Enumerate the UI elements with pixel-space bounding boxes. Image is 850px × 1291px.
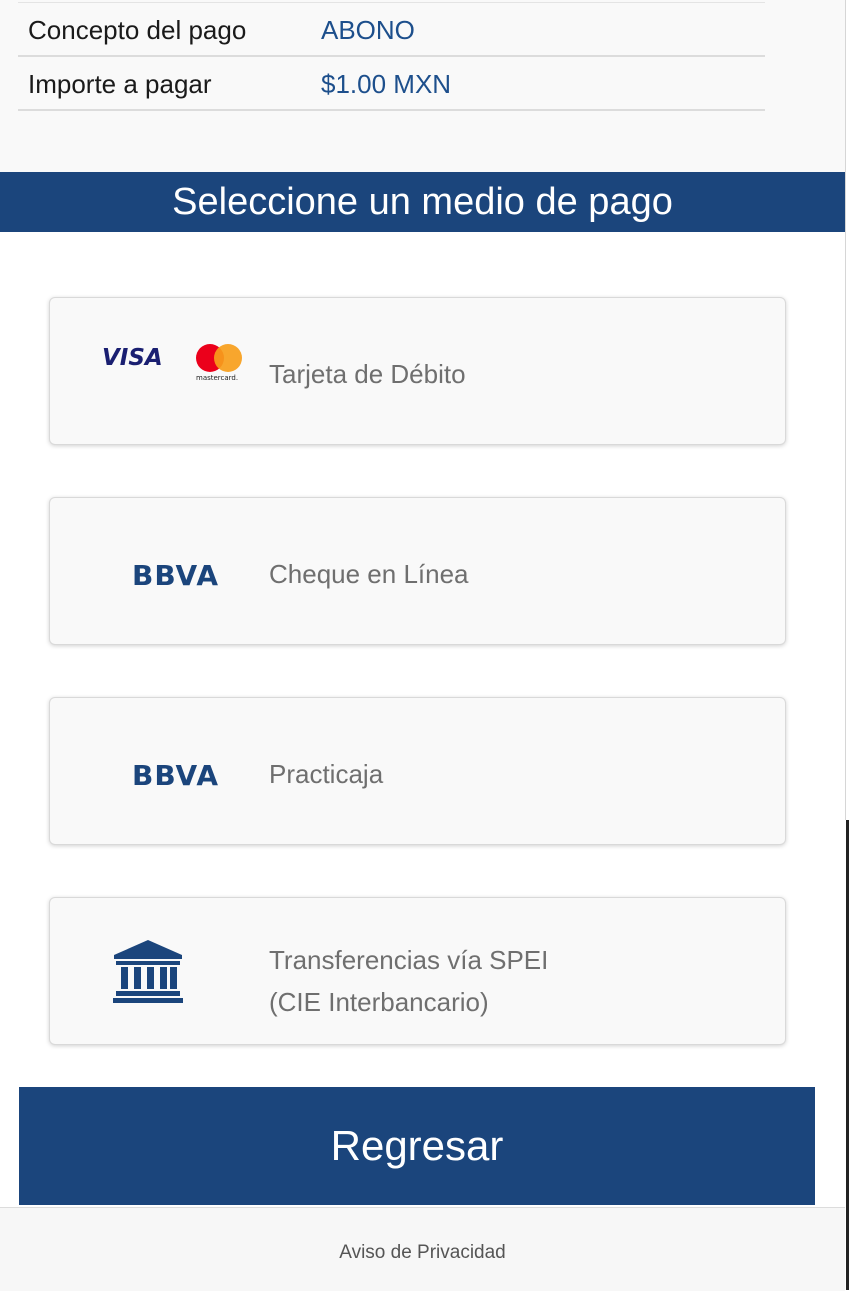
concept-value: ABONO [321, 15, 415, 45]
visa-mastercard-logo: VISA mastercard. [102, 344, 242, 382]
summary-row-concept: Concepto del pago ABONO [18, 3, 765, 57]
payment-option-label-line1: Transferencias vía SPEI [269, 945, 549, 975]
payment-summary: Concepto del pago ABONO Importe a pagar … [0, 0, 845, 172]
payment-option-practicaja[interactable]: BBVA Practicaja [49, 697, 786, 845]
payment-option-cheque-en-linea[interactable]: BBVA Cheque en Línea [49, 497, 786, 645]
mastercard-orange-circle [214, 344, 242, 372]
bbva-logo-text: BBVA [132, 559, 219, 590]
bank-building-icon [113, 940, 183, 1003]
payment-option-label: Tarjeta de Débito [269, 359, 466, 389]
payment-option-label: Cheque en Línea [269, 559, 469, 589]
section-title: Seleccione un medio de pago [0, 172, 845, 232]
bbva-logo: BBVA [132, 759, 219, 790]
amount-label: Importe a pagar [28, 69, 212, 99]
payment-option-debit-card[interactable]: VISA mastercard. Tarjeta de Débito [49, 297, 786, 445]
visa-logo-text: VISA [102, 345, 163, 371]
payment-option-label: Practicaja [269, 759, 384, 789]
payment-option-label-line2: (CIE Interbancario) [269, 987, 489, 1017]
bbva-logo: BBVA [132, 559, 219, 590]
amount-value: $1.00 MXN [321, 69, 452, 99]
concept-label: Concepto del pago [28, 15, 247, 45]
summary-row-amount: Importe a pagar $1.00 MXN [18, 57, 765, 111]
footer: Aviso de Privacidad [0, 1207, 845, 1291]
bbva-logo-text: BBVA [132, 759, 219, 790]
payment-option-spei[interactable]: Transferencias vía SPEI (CIE Interbancar… [49, 897, 786, 1045]
privacy-notice-link[interactable]: Aviso de Privacidad [0, 1242, 845, 1264]
divider [845, 0, 846, 820]
mastercard-logo-text: mastercard. [196, 374, 238, 382]
divider [846, 820, 849, 1290]
back-button[interactable]: Regresar [19, 1087, 815, 1205]
